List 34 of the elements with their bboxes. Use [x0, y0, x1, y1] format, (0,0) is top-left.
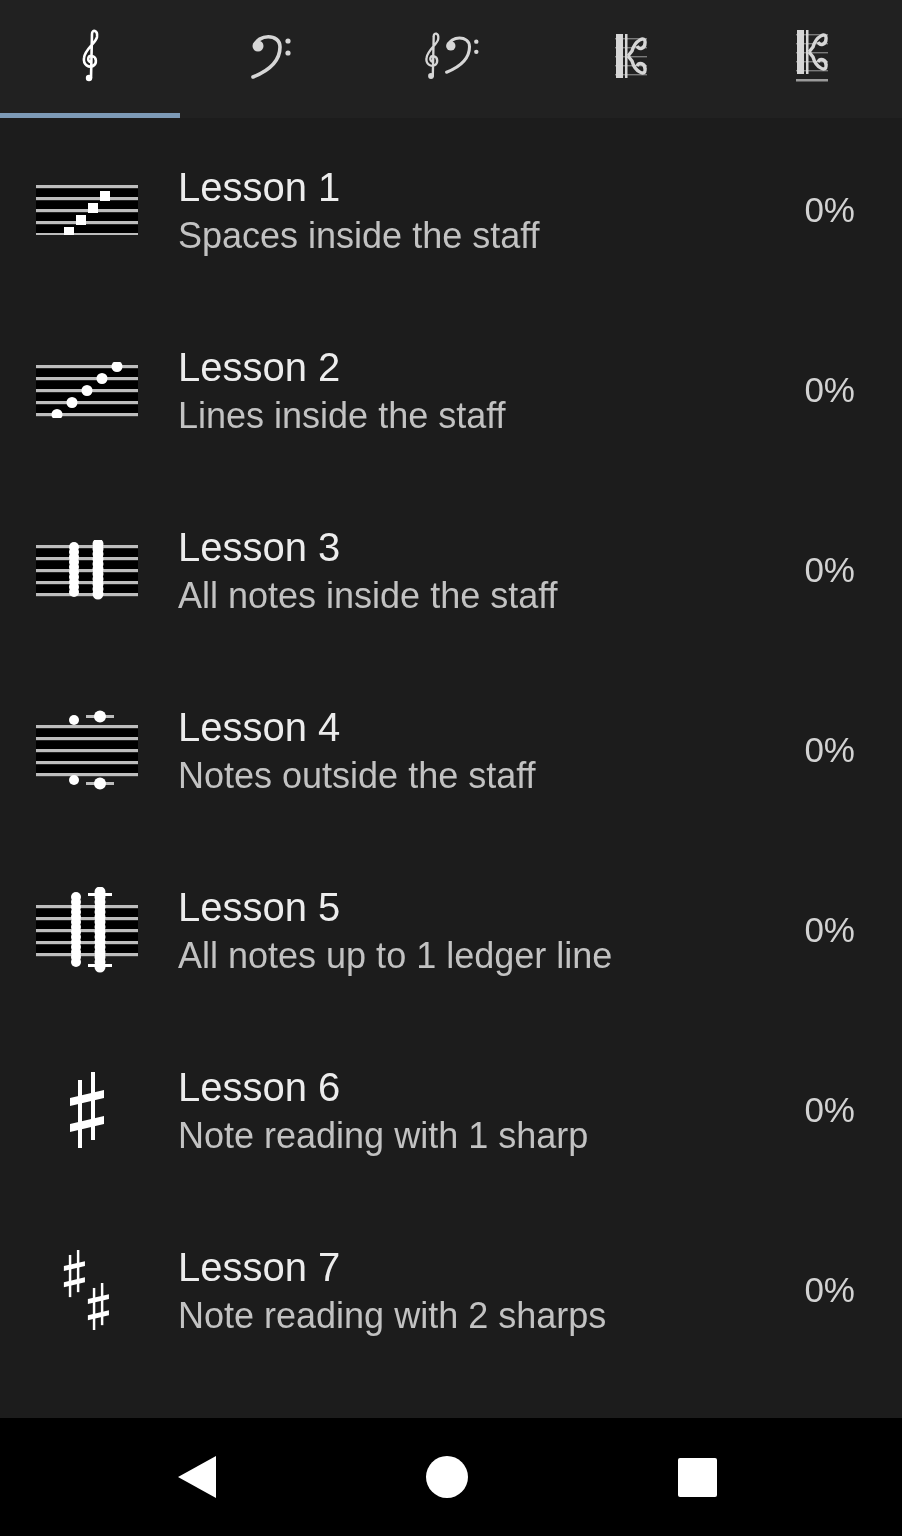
- lesson-title: Lesson 7: [178, 1244, 341, 1290]
- staff-notes-icon: [36, 362, 138, 418]
- progress-percent: 0%: [804, 1090, 855, 1130]
- staff-notes-icon: [36, 887, 138, 973]
- progress-percent: 0%: [804, 730, 855, 770]
- staff-notes-icon: [36, 710, 138, 790]
- c-clef-icon: [615, 32, 648, 79]
- lesson-description: Lines inside the staff: [178, 394, 506, 438]
- staff-notes-icon: [36, 540, 138, 600]
- lesson-description: Note reading with 1 sharp: [178, 1114, 589, 1158]
- lesson-description: Notes outside the staff: [178, 754, 536, 798]
- lesson-description: All notes inside the staff: [178, 574, 558, 618]
- sharp-icon: [67, 1072, 107, 1148]
- two-sharps-icon: [62, 1250, 112, 1330]
- lesson-title: Lesson 3: [178, 524, 341, 570]
- lesson-title: Lesson 5: [178, 884, 341, 930]
- lesson-description: Note reading with 2 sharps: [178, 1294, 607, 1338]
- lesson-description: Spaces inside the staff: [178, 214, 540, 258]
- progress-percent: 0%: [804, 1270, 855, 1310]
- lesson-title: Lesson 6: [178, 1064, 341, 1110]
- staff-notes-icon: [36, 185, 138, 235]
- treble-and-bass-clef-icon: [422, 29, 480, 82]
- progress-percent: 0%: [804, 370, 855, 410]
- c-clef-icon: [795, 29, 828, 82]
- recents-icon[interactable]: [677, 1457, 717, 1497]
- lesson-title: Lesson 2: [178, 344, 341, 390]
- back-icon[interactable]: [178, 1456, 216, 1498]
- lesson-description: All notes up to 1 ledger line: [178, 934, 613, 978]
- progress-percent: 0%: [804, 910, 855, 950]
- lesson-title: Lesson 1: [178, 164, 341, 210]
- lesson-title: Lesson 4: [178, 704, 341, 750]
- progress-percent: 0%: [804, 550, 855, 590]
- progress-percent: 0%: [804, 190, 855, 230]
- home-icon[interactable]: [426, 1456, 468, 1498]
